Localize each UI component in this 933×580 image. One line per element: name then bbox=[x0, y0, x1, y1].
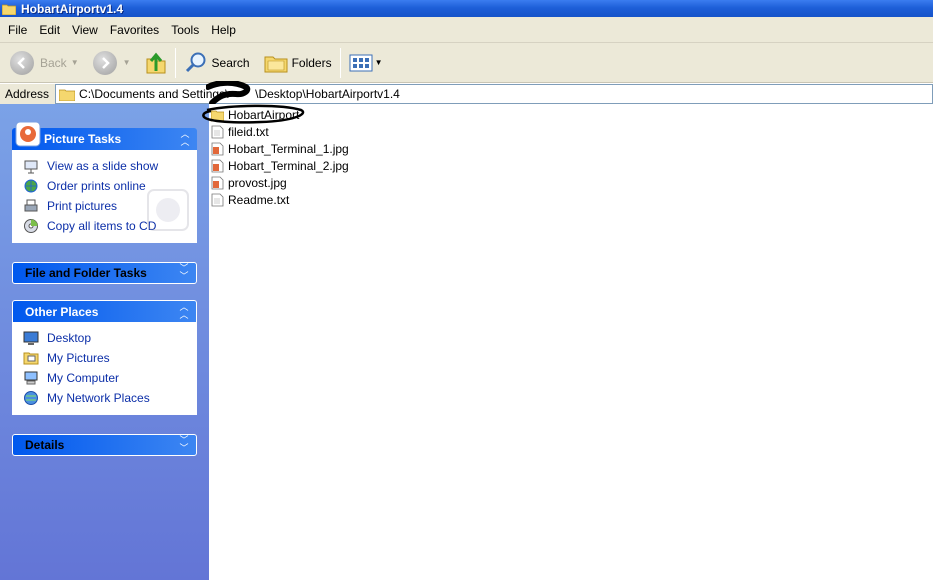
views-button[interactable]: ▼ bbox=[345, 47, 387, 79]
place-label: Desktop bbox=[47, 331, 92, 345]
toolbar: Back ▼ ▼ Search Folders ▼ bbox=[0, 43, 933, 83]
back-button[interactable]: Back ▼ bbox=[6, 47, 83, 79]
picture-tasks-icon bbox=[15, 121, 41, 147]
place-label: My Computer bbox=[47, 371, 120, 385]
back-arrow-icon bbox=[10, 50, 34, 75]
collapse-chevron-icon[interactable]: ︿ ︿ bbox=[179, 131, 191, 148]
globe-icon bbox=[24, 179, 38, 193]
file-folder-tasks-header[interactable]: File and Folder Tasks ﹀ ﹀ bbox=[12, 262, 197, 284]
picture-tasks-body: View as a slide show Order prints online… bbox=[12, 150, 197, 243]
window-title: HobartAirportv1.4 bbox=[21, 1, 124, 16]
up-folder-button[interactable] bbox=[141, 47, 171, 79]
views-dropdown-icon[interactable]: ▼ bbox=[375, 58, 383, 67]
file-folder-tasks-title: File and Folder Tasks bbox=[25, 266, 147, 280]
file-name: Hobart_Terminal_1.jpg bbox=[228, 141, 349, 156]
other-places-header[interactable]: Other Places ︿ ︿ bbox=[12, 300, 197, 322]
toolbar-separator bbox=[339, 47, 341, 78]
title-bar[interactable]: HobartAirportv1.4 bbox=[0, 0, 933, 17]
file-folder-tasks-panel: File and Folder Tasks ﹀ ﹀ bbox=[12, 262, 197, 284]
task-view-slide-show[interactable]: View as a slide show bbox=[23, 156, 196, 176]
place-network[interactable]: My Network Places bbox=[23, 388, 196, 408]
task-pane: Picture Tasks ︿ ︿ View as a slide show Or… bbox=[0, 104, 209, 580]
task-label: Order prints online bbox=[47, 179, 146, 193]
place-desktop[interactable]: Desktop bbox=[23, 328, 196, 348]
pictures-folder-icon bbox=[23, 352, 39, 365]
image-file-icon bbox=[211, 142, 224, 155]
file-name: Hobart_Terminal_2.jpg bbox=[228, 158, 349, 173]
folders-label: Folders bbox=[291, 55, 332, 70]
folders-icon bbox=[264, 56, 288, 72]
search-icon bbox=[185, 52, 206, 72]
collapse-chevron-icon[interactable]: ︿ ︿ bbox=[178, 303, 190, 320]
search-button[interactable]: Search bbox=[180, 47, 254, 79]
views-grid-icon bbox=[349, 54, 373, 71]
expand-chevron-icon[interactable]: ﹀ ﹀ bbox=[178, 437, 190, 454]
address-bar: Address C:\Documents and Settings\ \Desk… bbox=[0, 81, 933, 106]
expand-chevron-icon[interactable]: ﹀ ﹀ bbox=[178, 265, 190, 282]
network-icon bbox=[24, 391, 38, 405]
menu-favorites[interactable]: Favorites bbox=[104, 23, 165, 37]
place-label: My Network Places bbox=[47, 391, 150, 405]
details-panel: Details ﹀ ﹀ bbox=[12, 434, 197, 456]
details-title: Details bbox=[25, 438, 65, 452]
picture-watermark-icon bbox=[147, 189, 189, 231]
folders-button[interactable]: Folders bbox=[260, 47, 336, 79]
list-item-folder[interactable]: HobartAirport bbox=[202, 104, 933, 124]
menu-edit[interactable]: Edit bbox=[33, 23, 66, 37]
other-places-title: Other Places bbox=[25, 304, 99, 319]
highlight-circle-mark bbox=[202, 104, 305, 124]
text-file-icon bbox=[211, 193, 224, 206]
file-name: provost.jpg bbox=[228, 175, 287, 190]
computer-icon bbox=[24, 371, 38, 385]
place-my-pictures[interactable]: My Pictures bbox=[23, 348, 196, 368]
file-name: Readme.txt bbox=[228, 192, 290, 207]
up-folder-icon bbox=[146, 52, 166, 73]
task-label: Print pictures bbox=[47, 199, 118, 213]
address-field[interactable]: C:\Documents and Settings\ \Desktop\Hoba… bbox=[55, 81, 933, 106]
menu-tools[interactable]: Tools bbox=[165, 23, 205, 37]
address-label: Address bbox=[5, 87, 50, 101]
image-file-icon bbox=[211, 176, 224, 189]
list-item-file[interactable]: fileid.txt bbox=[209, 123, 933, 140]
other-places-panel: Other Places ︿ ︿ Desktop My Pictures My C… bbox=[12, 300, 197, 415]
back-label: Back bbox=[40, 55, 67, 70]
picture-tasks-title: Picture Tasks bbox=[44, 132, 122, 146]
forward-arrow-icon bbox=[92, 50, 117, 75]
menu-help[interactable]: Help bbox=[205, 23, 242, 37]
list-item-file[interactable]: Hobart_Terminal_2.jpg bbox=[209, 157, 933, 174]
list-item-file[interactable]: Readme.txt bbox=[209, 191, 933, 208]
details-header[interactable]: Details ﹀ ﹀ bbox=[12, 434, 197, 456]
other-places-body: Desktop My Pictures My Computer My Netwo… bbox=[12, 322, 197, 415]
folder-icon bbox=[2, 4, 16, 15]
menu-view[interactable]: View bbox=[66, 23, 104, 37]
list-item-file[interactable]: provost.jpg bbox=[209, 174, 933, 191]
slideshow-icon bbox=[24, 160, 38, 174]
search-label: Search bbox=[211, 55, 250, 70]
menu-bar: File Edit View Favorites Tools Help bbox=[0, 17, 933, 43]
menu-file[interactable]: File bbox=[2, 23, 33, 37]
place-label: My Pictures bbox=[47, 351, 110, 365]
picture-tasks-panel: Picture Tasks ︿ ︿ View as a slide show Or… bbox=[12, 121, 197, 243]
printer-icon bbox=[24, 199, 38, 212]
image-file-icon bbox=[211, 159, 224, 172]
task-label: View as a slide show bbox=[47, 159, 159, 173]
forward-button[interactable]: ▼ bbox=[89, 47, 135, 79]
cd-icon bbox=[24, 219, 38, 233]
desktop-icon bbox=[23, 331, 39, 345]
folder-icon bbox=[59, 89, 76, 101]
forward-dropdown-icon[interactable]: ▼ bbox=[123, 58, 131, 67]
place-my-computer[interactable]: My Computer bbox=[23, 368, 196, 388]
back-dropdown-icon[interactable]: ▼ bbox=[71, 58, 79, 67]
list-item-file[interactable]: Hobart_Terminal_1.jpg bbox=[209, 140, 933, 157]
toolbar-separator bbox=[174, 47, 176, 78]
file-list[interactable]: HobartAirport fileid.txt Hobart_Terminal… bbox=[202, 104, 933, 580]
task-label: Copy all items to CD bbox=[47, 219, 157, 233]
